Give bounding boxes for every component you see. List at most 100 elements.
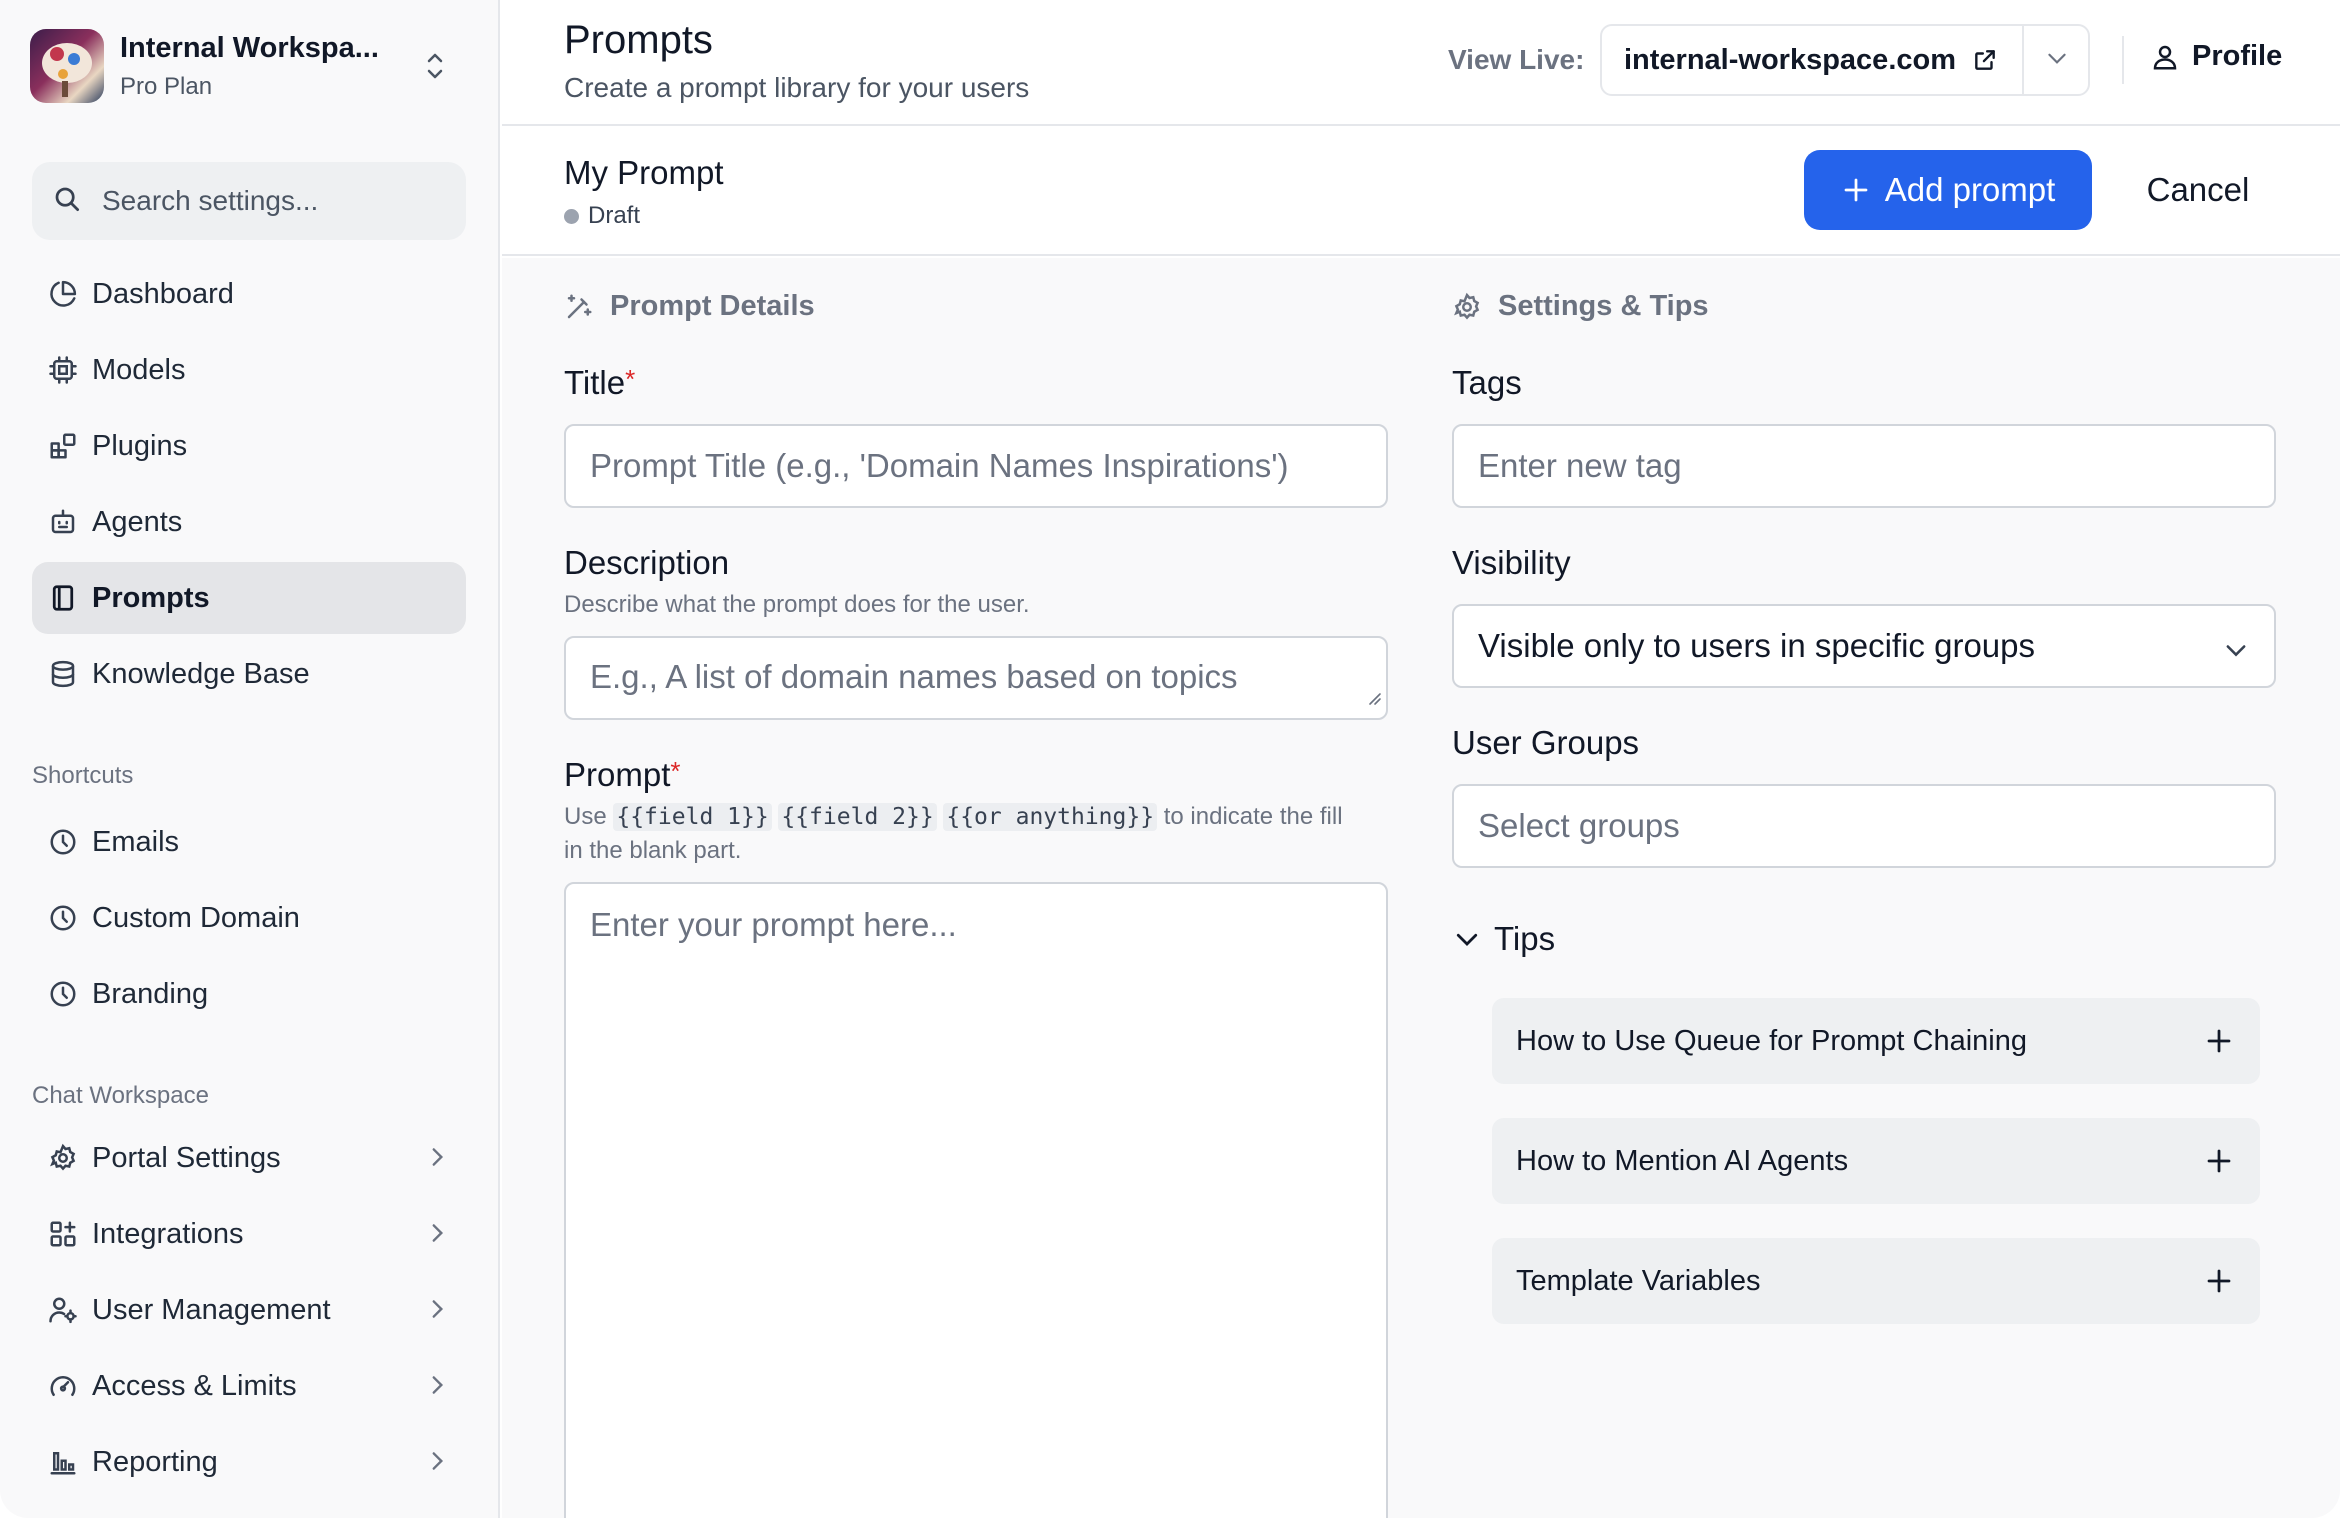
visibility-label: Visibility xyxy=(1452,544,1571,581)
plus-icon[interactable] xyxy=(2204,1026,2234,1056)
sidebar-item-label: Agents xyxy=(92,505,183,538)
description-label: Description xyxy=(564,544,730,581)
search-input[interactable] xyxy=(102,185,442,217)
sidebar-item-integrations[interactable]: Integrations xyxy=(32,1198,466,1270)
prompt-field[interactable] xyxy=(564,882,1388,1518)
domain-dropdown-button[interactable] xyxy=(2024,26,2090,94)
page-subtitle: Create a prompt library for your users xyxy=(564,72,1030,103)
page-title: Prompts xyxy=(564,18,713,62)
prompt-help-code: {{field 1}} xyxy=(613,803,772,831)
visibility-select[interactable]: Visible only to users in specific groups xyxy=(1452,604,2276,688)
prompt-form: Prompt Details Title* Description Descri… xyxy=(502,258,2340,1518)
external-link-icon[interactable] xyxy=(1972,47,1998,73)
sidebar-item-prompts[interactable]: Prompts xyxy=(32,562,466,634)
sidebar-item-plugins[interactable]: Plugins xyxy=(32,410,466,482)
add-prompt-button[interactable]: Add prompt xyxy=(1804,150,2092,230)
cancel-button[interactable]: Cancel xyxy=(2132,150,2264,230)
sidebar-item-label: Emails xyxy=(92,825,180,858)
domain-link[interactable]: internal-workspace.com xyxy=(1602,44,1956,77)
notebook-icon xyxy=(48,583,78,613)
plus-icon[interactable] xyxy=(2204,1266,2234,1296)
prompt-textarea[interactable] xyxy=(590,906,1386,1518)
sidebar-item-reporting[interactable]: Reporting xyxy=(32,1426,466,1498)
tip-item[interactable]: Template Variables xyxy=(1492,1238,2260,1324)
prompt-help: Use {{field 1}} {{field 2}} {{or anythin… xyxy=(564,800,1404,868)
gear-icon xyxy=(48,1143,78,1173)
chevron-right-icon xyxy=(424,1144,450,1178)
clock-icon xyxy=(48,979,78,1009)
status-dot xyxy=(564,208,579,224)
plus-icon[interactable] xyxy=(2204,1146,2234,1176)
prompt-help-prefix: Use xyxy=(564,803,607,830)
description-field[interactable] xyxy=(564,636,1388,720)
chevron-down-icon xyxy=(1452,924,1482,954)
users-gear-icon xyxy=(48,1295,78,1325)
tips-toggle[interactable]: Tips xyxy=(1452,920,1555,958)
tip-item[interactable]: How to Mention AI Agents xyxy=(1492,1118,2260,1204)
clock-icon xyxy=(48,827,78,857)
chevron-right-icon xyxy=(424,1372,450,1406)
title-label-text: Title xyxy=(564,364,626,401)
pie-chart-icon xyxy=(48,279,78,309)
sidebar-item-portal-settings[interactable]: Portal Settings xyxy=(32,1122,466,1194)
tags-input[interactable] xyxy=(1478,447,2274,485)
app-window: Internal Workspa... Pro Plan Dashboard M… xyxy=(0,0,2340,1518)
chevron-down-icon xyxy=(2222,634,2250,672)
profile-button[interactable]: Profile xyxy=(2150,40,2282,73)
chevrons-up-down-icon[interactable] xyxy=(420,46,450,86)
status-badge: Draft xyxy=(564,202,640,230)
title-input[interactable] xyxy=(590,447,1386,485)
section-label-shortcuts: Shortcuts xyxy=(32,762,134,789)
view-live-domain: internal-workspace.com xyxy=(1600,24,2090,96)
sidebar-item-label: Access & Limits xyxy=(92,1369,297,1402)
settings-tips-label: Settings & Tips xyxy=(1498,290,1709,322)
settings-tips-heading: Settings & Tips xyxy=(1452,290,1709,323)
sidebar-item-label: Prompts xyxy=(92,581,210,614)
chevron-right-icon xyxy=(424,1296,450,1330)
resize-handle-icon[interactable] xyxy=(1364,676,1382,714)
sidebar-item-label: Reporting xyxy=(92,1445,218,1478)
bot-icon xyxy=(48,507,78,537)
chevron-right-icon xyxy=(424,1448,450,1482)
sidebar-item-label: User Management xyxy=(92,1293,331,1326)
bar-chart-icon xyxy=(48,1447,78,1477)
sidebar-item-models[interactable]: Models xyxy=(32,334,466,406)
search-box[interactable] xyxy=(32,162,466,240)
prompt-label-text: Prompt xyxy=(564,756,671,793)
divider xyxy=(2122,36,2124,84)
gear-icon xyxy=(1452,292,1482,322)
sidebar-item-custom-domain[interactable]: Custom Domain xyxy=(32,882,466,954)
status-label: Draft xyxy=(588,202,641,229)
sidebar-item-user-management[interactable]: User Management xyxy=(32,1274,466,1346)
tags-field[interactable] xyxy=(1452,424,2276,508)
prompt-help-suffix: to indicate the fill xyxy=(1163,803,1343,830)
page-header: Prompts Create a prompt library for your… xyxy=(502,0,2340,126)
view-live-label: View Live: xyxy=(1448,44,1585,75)
database-icon xyxy=(48,659,78,689)
search-icon xyxy=(52,184,82,219)
sidebar-item-dashboard[interactable]: Dashboard xyxy=(32,258,466,330)
user-groups-placeholder: Select groups xyxy=(1478,807,1680,844)
description-help: Describe what the prompt does for the us… xyxy=(564,591,1030,618)
sidebar-item-label: Integrations xyxy=(92,1217,244,1250)
workspace-switcher[interactable]: Internal Workspa... Pro Plan xyxy=(30,28,450,104)
user-groups-select[interactable]: Select groups xyxy=(1452,784,2276,868)
sidebar-item-agents[interactable]: Agents xyxy=(32,486,466,558)
sidebar-item-label: Dashboard xyxy=(92,277,234,310)
wand-icon xyxy=(564,292,594,322)
sidebar-item-label: Models xyxy=(92,353,186,386)
sidebar-item-knowledge-base[interactable]: Knowledge Base xyxy=(32,638,466,710)
sidebar-item-branding[interactable]: Branding xyxy=(32,958,466,1030)
sidebar-item-access-limits[interactable]: Access & Limits xyxy=(32,1350,466,1422)
user-icon xyxy=(2150,42,2180,72)
visibility-value: Visible only to users in specific groups xyxy=(1478,627,2036,664)
prompt-details-label: Prompt Details xyxy=(610,290,815,322)
title-field[interactable] xyxy=(564,424,1388,508)
sidebar-item-emails[interactable]: Emails xyxy=(32,806,466,878)
tip-item[interactable]: How to Use Queue for Prompt Chaining xyxy=(1492,998,2260,1084)
prompt-toolbar: My Prompt Draft Add prompt Cancel xyxy=(502,128,2340,256)
workspace-name: Internal Workspa... xyxy=(120,31,379,64)
description-textarea[interactable] xyxy=(590,658,1386,718)
tip-label: Template Variables xyxy=(1516,1264,1761,1297)
sidebar: Internal Workspa... Pro Plan Dashboard M… xyxy=(0,0,500,1518)
